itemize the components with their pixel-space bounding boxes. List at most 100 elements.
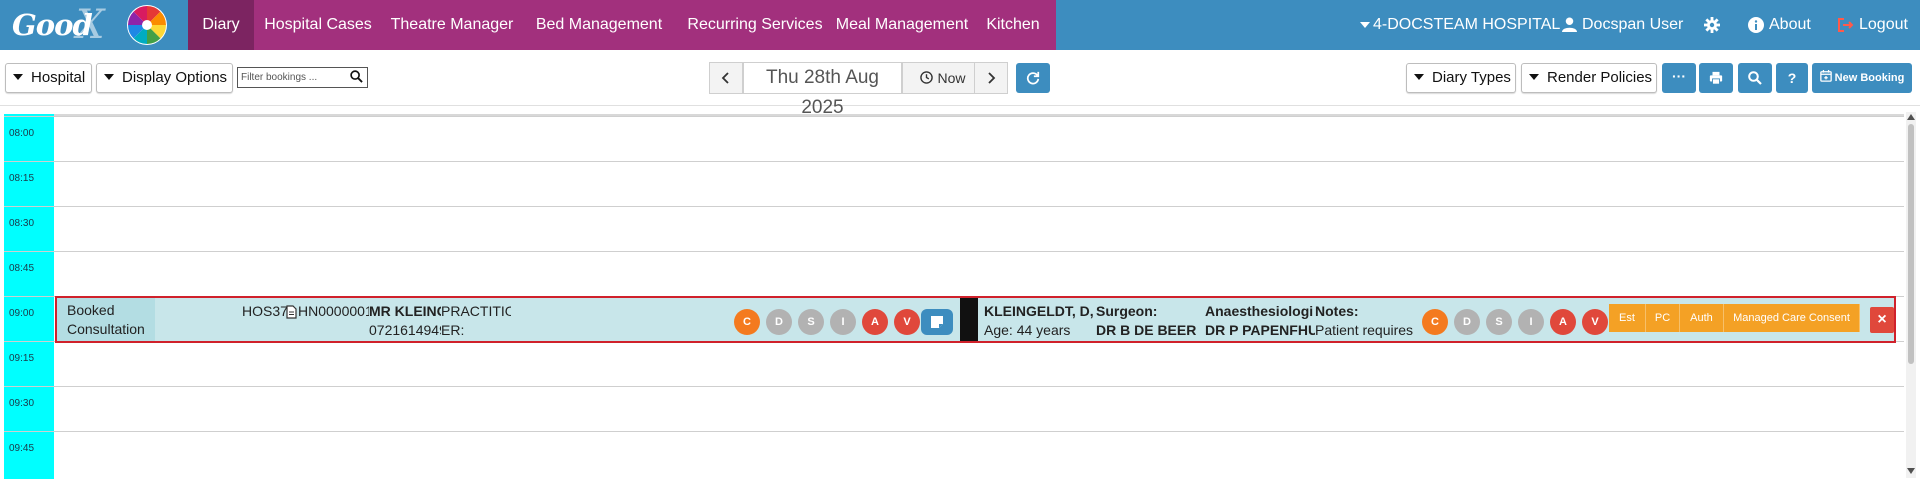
hn-reference: HN00000017 (298, 303, 369, 319)
badge-a[interactable]: A (1550, 309, 1576, 335)
display-options-label: Display Options (122, 69, 228, 86)
hospital-dropdown-label: Hospital (31, 69, 86, 86)
display-options-button[interactable]: Display Options (96, 63, 233, 93)
time-slot-row[interactable]: 08:45 (4, 251, 1904, 296)
nav-item-theatre-manager[interactable]: Theatre Manager (390, 0, 514, 50)
badge-c[interactable]: C (734, 309, 760, 335)
time-slot-row[interactable]: 09:45 (4, 431, 1904, 476)
time-slot-row[interactable]: 09:15 (4, 341, 1904, 386)
more-options-button[interactable]: ··· (1662, 63, 1696, 93)
scroll-up-arrow-icon[interactable] (1907, 114, 1915, 120)
time-slot-row[interactable]: 08:15 (4, 161, 1904, 206)
time-label: 08:45 (9, 263, 35, 274)
booking-status: Booked Consultation (57, 298, 155, 341)
cancel-booking-button[interactable]: × (1870, 307, 1894, 333)
patient-age: Age: 44 years (984, 322, 1071, 338)
render-policies-button[interactable]: Render Policies (1521, 63, 1657, 93)
time-label: 09:30 (9, 398, 35, 409)
booking-type-line: Consultation (67, 321, 145, 337)
caret-down-icon (1529, 74, 1539, 80)
diary-scrollbar[interactable] (1906, 112, 1916, 478)
user-icon (1562, 17, 1577, 33)
clock-icon (920, 71, 934, 84)
pc-button[interactable]: PC (1646, 304, 1680, 332)
now-label: Now (937, 70, 966, 86)
search-icon (350, 70, 363, 83)
date-display[interactable]: Thu 28th Aug 2025 (743, 62, 902, 118)
hospital-reference: HOS37 (242, 303, 288, 319)
nav-item-recurring-services[interactable]: Recurring Services (680, 0, 830, 50)
surgeon-name: DR B DE BEER (1096, 322, 1197, 338)
nav-item-kitchen[interactable]: Kitchen (980, 0, 1046, 50)
badge-s[interactable]: S (1486, 309, 1512, 335)
managed-care-consent-button[interactable]: Managed Care Consent (1724, 304, 1860, 332)
time-slot-row[interactable]: 08:30 (4, 206, 1904, 251)
refresh-icon (1026, 71, 1040, 85)
hospital-dropdown-button[interactable]: Hospital (5, 63, 92, 93)
er-label: ER: (441, 322, 465, 338)
filter-bookings-input[interactable] (241, 70, 346, 85)
time-label: 09:15 (9, 353, 35, 364)
badge-i[interactable]: I (830, 309, 856, 335)
caret-down-icon (1414, 74, 1424, 80)
badge-c[interactable]: C (1422, 309, 1448, 335)
auth-button[interactable]: Auth (1680, 304, 1724, 332)
badge-s[interactable]: S (798, 309, 824, 335)
badge-a[interactable]: A (862, 309, 888, 335)
next-day-button[interactable] (974, 62, 1008, 94)
goodx-logo[interactable]: Good X (0, 0, 188, 50)
nav-item-hospital-cases[interactable]: Hospital Cases (262, 0, 374, 50)
refresh-button[interactable] (1016, 63, 1050, 93)
patient-short-name: MR KLEINGE (369, 303, 441, 319)
user-name: Docspan User (1582, 16, 1684, 33)
badge-v[interactable]: V (894, 309, 920, 335)
now-button[interactable]: Now (902, 62, 984, 94)
logo-wheel-icon (127, 5, 167, 45)
about-link[interactable]: About (1748, 0, 1811, 50)
patient-full-name: KLEINGELDT, D, (984, 303, 1094, 319)
booking-entry[interactable]: Booked Consultation HOS37 HN00000017 MR … (55, 296, 1896, 343)
hospital-name: 4-DOCSTEAM HOSPITAL (1373, 16, 1561, 33)
logo-x: X (76, 2, 105, 48)
gear-icon (1704, 16, 1720, 33)
caret-down-icon (104, 74, 114, 80)
render-policies-label: Render Policies (1547, 69, 1653, 86)
hospital-selector[interactable]: 4-DOCSTEAM HOSPITAL (1360, 0, 1560, 50)
nav-item-bed-management[interactable]: Bed Management (530, 0, 668, 50)
badge-d[interactable]: D (766, 309, 792, 335)
new-booking-button[interactable]: New Booking (1812, 63, 1912, 93)
time-label: 09:00 (9, 308, 35, 319)
caret-down-icon (13, 74, 23, 80)
booking-color-marker (960, 298, 978, 341)
user-menu[interactable]: Docspan User (1562, 0, 1683, 50)
settings-button[interactable] (1704, 0, 1725, 50)
help-button[interactable]: ? (1776, 63, 1808, 93)
time-slot-row[interactable]: 08:00 (4, 116, 1904, 161)
nav-item-diary[interactable]: Diary (188, 0, 254, 50)
badge-d[interactable]: D (1454, 309, 1480, 335)
scroll-down-arrow-icon[interactable] (1907, 468, 1915, 474)
top-navbar: Good X Diary Hospital Cases Theatre Mana… (0, 0, 1920, 50)
diary-types-button[interactable]: Diary Types (1406, 63, 1516, 93)
previous-day-button[interactable] (709, 62, 743, 94)
caret-down-icon (1360, 21, 1370, 28)
about-label: About (1769, 16, 1811, 33)
time-slot-row[interactable]: 09:30 (4, 386, 1904, 431)
logout-link[interactable]: Logout (1838, 0, 1908, 50)
badge-i[interactable]: I (1518, 309, 1544, 335)
est-button[interactable]: Est (1609, 304, 1646, 332)
notes-button[interactable] (921, 309, 953, 335)
nav-item-meal-management[interactable]: Meal Management (834, 0, 970, 50)
scrollbar-thumb[interactable] (1908, 124, 1914, 364)
print-button[interactable] (1699, 63, 1733, 93)
print-icon (1709, 71, 1723, 85)
badge-v[interactable]: V (1582, 309, 1608, 335)
notes-text: Patient requires (1315, 322, 1414, 338)
filter-bookings-field[interactable] (237, 67, 368, 88)
search-button[interactable] (1738, 63, 1772, 93)
booking-status-line: Booked (67, 302, 115, 318)
time-label: 08:30 (9, 218, 35, 229)
logout-label: Logout (1859, 16, 1908, 33)
document-icon[interactable] (286, 305, 297, 319)
chevron-left-icon (721, 72, 729, 84)
